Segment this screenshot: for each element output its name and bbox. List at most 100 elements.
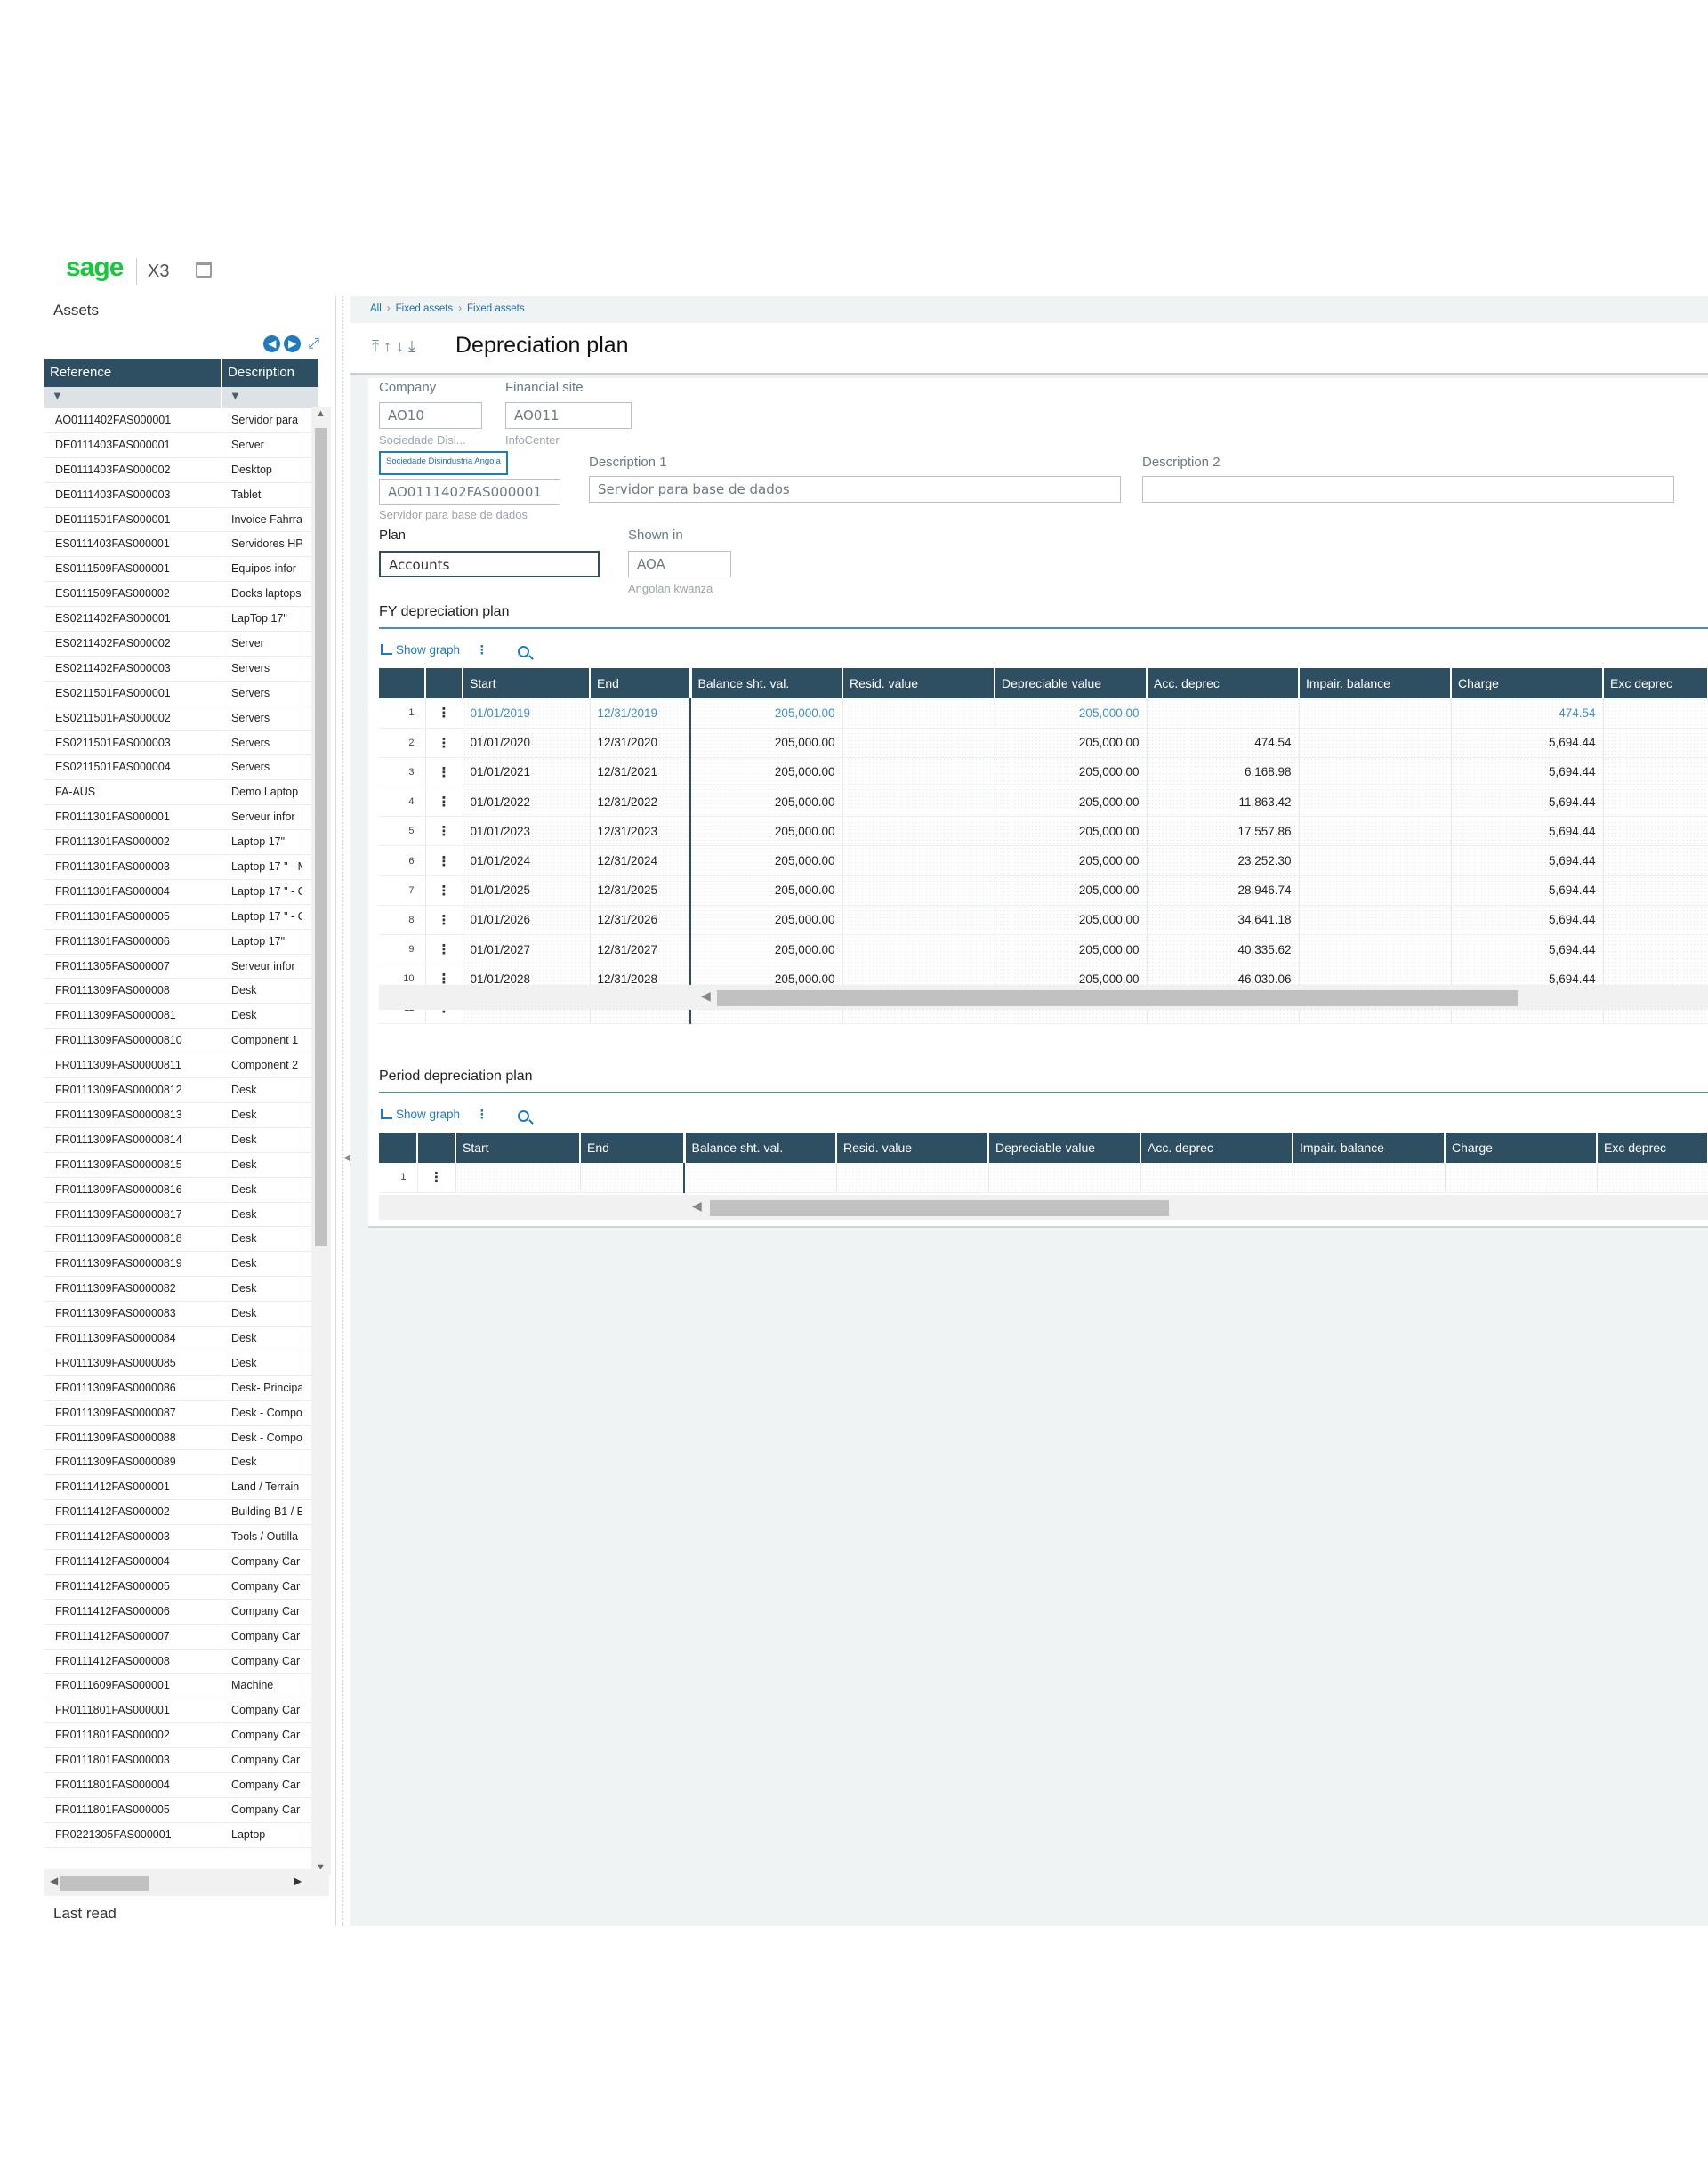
table-row[interactable]: 4 ⋮ 01/01/2022 12/31/2022 205,000.00 205,000.… [379,786,1708,818]
asset-reference[interactable]: ES0211501FAS000003 [44,730,222,755]
asset-reference[interactable]: FR0111309FAS000008 [44,979,222,1004]
asset-reference[interactable]: FR0111301FAS000002 [44,830,222,855]
asset-reference[interactable]: FR0111412FAS000002 [44,1500,222,1525]
table-cell[interactable]: 205,000.00 [690,934,843,965]
column-header[interactable]: End [590,668,692,698]
table-cell[interactable] [1299,816,1452,847]
table-cell[interactable] [1299,845,1452,876]
table-cell[interactable]: 12/31/2024 [590,845,691,876]
table-cell[interactable] [842,934,995,965]
row-actions-icon[interactable]: ⋮ [425,698,463,729]
description-2-field[interactable] [1142,476,1674,503]
asset-reference[interactable]: FR0111412FAS000007 [44,1624,222,1649]
table-cell[interactable]: 205,000.00 [690,698,843,729]
list-item[interactable]: FR0111412FAS000003 Tools / Outilla [44,1525,320,1550]
table-cell[interactable]: 205,000.00 [995,757,1148,788]
table-cell[interactable] [1299,757,1452,788]
table-row[interactable]: 1 ⋮ 01/01/2019 12/31/2019 205,000.00 205,000.… [379,698,1708,729]
list-item[interactable]: FR0111301FAS000005 Laptop 17 " - C [44,904,320,930]
list-item[interactable]: FR0111412FAS000007 Company Car [44,1624,320,1650]
list-item[interactable]: FR0111309FAS00000814 Desk [44,1127,320,1153]
table-cell[interactable] [1603,786,1708,818]
company-field[interactable]: AO10 [379,402,482,429]
asset-reference[interactable]: FR0111801FAS000001 [44,1698,222,1723]
next-icon[interactable]: ▶ [284,335,302,352]
list-item[interactable]: FR0111309FAS00000812 Desk [44,1078,320,1103]
table-cell[interactable]: 205,000.00 [995,905,1148,936]
list-item[interactable]: FR0111412FAS000006 Company Car [44,1599,320,1625]
table-cell[interactable] [1299,698,1452,729]
column-header[interactable]: Start [463,668,591,698]
asset-reference[interactable]: FR0111412FAS000006 [44,1599,222,1624]
asset-reference[interactable]: FR0111309FAS00000813 [44,1102,222,1127]
asset-reference[interactable]: FR0111801FAS000002 [44,1723,222,1748]
list-item[interactable]: DE0111403FAS000003 Tablet [44,482,320,508]
scroll-up-icon[interactable]: ▲ [316,408,326,419]
asset-reference[interactable]: FR0111305FAS000007 [44,954,222,979]
row-actions-icon[interactable]: ⋮ [425,905,463,936]
asset-reference[interactable]: FR0111309FAS0000083 [44,1302,222,1326]
row-actions-icon[interactable]: ⋮ [425,786,463,818]
bar-chart-icon[interactable] [381,644,392,655]
asset-reference[interactable]: FR0111301FAS000001 [44,805,222,830]
asset-reference[interactable]: FR0111412FAS000003 [44,1525,222,1549]
asset-reference[interactable]: FR0111801FAS000005 [44,1797,222,1822]
table-cell[interactable] [988,1163,1141,1193]
table-cell[interactable]: 6,168.98 [1147,757,1300,788]
asset-reference[interactable]: ES0111403FAS000001 [44,532,222,557]
table-cell[interactable]: 01/01/2022 [463,786,591,818]
scrollbar-thumb[interactable] [60,1876,149,1891]
more-options-icon[interactable]: ⋮ [476,643,488,657]
column-header[interactable]: Acc. deprec [1140,1133,1293,1163]
asset-reference[interactable]: FR0111309FAS0000082 [44,1277,222,1302]
table-cell[interactable] [1140,1163,1293,1193]
list-item[interactable]: FR0111301FAS000001 Serveur infor [44,805,320,831]
financial-site-field[interactable]: AO011 [505,402,632,429]
table-cell[interactable]: 28,946.74 [1147,875,1300,906]
column-header[interactable]: Exc deprec [1597,1133,1708,1163]
table-row[interactable]: 1 ⋮ [379,1163,1708,1193]
table-cell[interactable] [842,816,995,847]
column-header-description[interactable]: Description [222,359,320,387]
asset-reference[interactable]: ES0111509FAS000002 [44,582,222,607]
asset-reference[interactable]: DE0111403FAS000003 [44,482,222,507]
list-item[interactable]: FR0111412FAS000005 Company Car [44,1574,320,1600]
show-graph-link[interactable]: Show graph [396,1108,460,1121]
table-cell[interactable] [1597,1163,1708,1193]
first-record-icon[interactable]: ⤒ [372,337,383,355]
row-actions-icon[interactable]: ⋮ [425,757,463,788]
table-cell[interactable]: 12/31/2023 [590,816,691,847]
vertical-scrollbar[interactable]: ▲ ▼ [311,407,331,1875]
asset-reference[interactable]: FR0111309FAS0000085 [44,1351,222,1375]
list-item[interactable]: FR0111301FAS000003 Laptop 17 " - M [44,855,320,880]
table-cell[interactable]: 5,694.44 [1451,728,1604,758]
table-cell[interactable]: 5,694.44 [1451,786,1604,818]
list-item[interactable]: ES0211501FAS000004 Servers [44,755,320,781]
scrollbar-thumb[interactable] [710,1200,1169,1216]
table-cell[interactable] [1299,875,1452,906]
scrollbar-thumb[interactable] [315,428,327,1246]
row-actions-icon[interactable]: ⋮ [425,934,463,965]
list-item[interactable]: ES0211501FAS000003 Servers [44,730,320,756]
column-header[interactable]: Depreciable value [988,1133,1141,1163]
table-cell[interactable]: 01/01/2024 [463,845,591,876]
table-cell[interactable] [1603,757,1708,788]
fy-grid-scrollbar[interactable]: ◀ [379,985,1708,1010]
table-cell[interactable]: 205,000.00 [690,845,843,876]
list-item[interactable]: FR0111309FAS0000086 Desk- Principa [44,1375,320,1401]
list-item[interactable]: FR0111301FAS000002 Laptop 17" [44,830,320,856]
table-cell[interactable] [1299,786,1452,818]
row-actions-icon[interactable]: ⋮ [425,875,463,906]
list-item[interactable]: FR0111301FAS000004 Laptop 17 " - C [44,879,320,905]
table-cell[interactable]: 5,694.44 [1451,905,1604,936]
table-cell[interactable]: 205,000.00 [690,786,843,818]
table-cell[interactable]: 12/31/2026 [590,905,691,936]
list-item[interactable]: ES0211402FAS000003 Servers [44,656,320,682]
list-item[interactable]: ES0211402FAS000002 Server [44,632,320,657]
table-cell[interactable] [842,698,995,729]
table-cell[interactable]: 01/01/2025 [463,875,591,906]
asset-reference[interactable]: ES0211501FAS000001 [44,681,222,706]
table-cell[interactable]: 205,000.00 [690,757,843,788]
company-name-badge[interactable]: Sociedade Disindustria Angola [379,451,508,475]
table-row[interactable]: 5 ⋮ 01/01/2023 12/31/2023 205,000.00 205,000.… [379,816,1708,847]
